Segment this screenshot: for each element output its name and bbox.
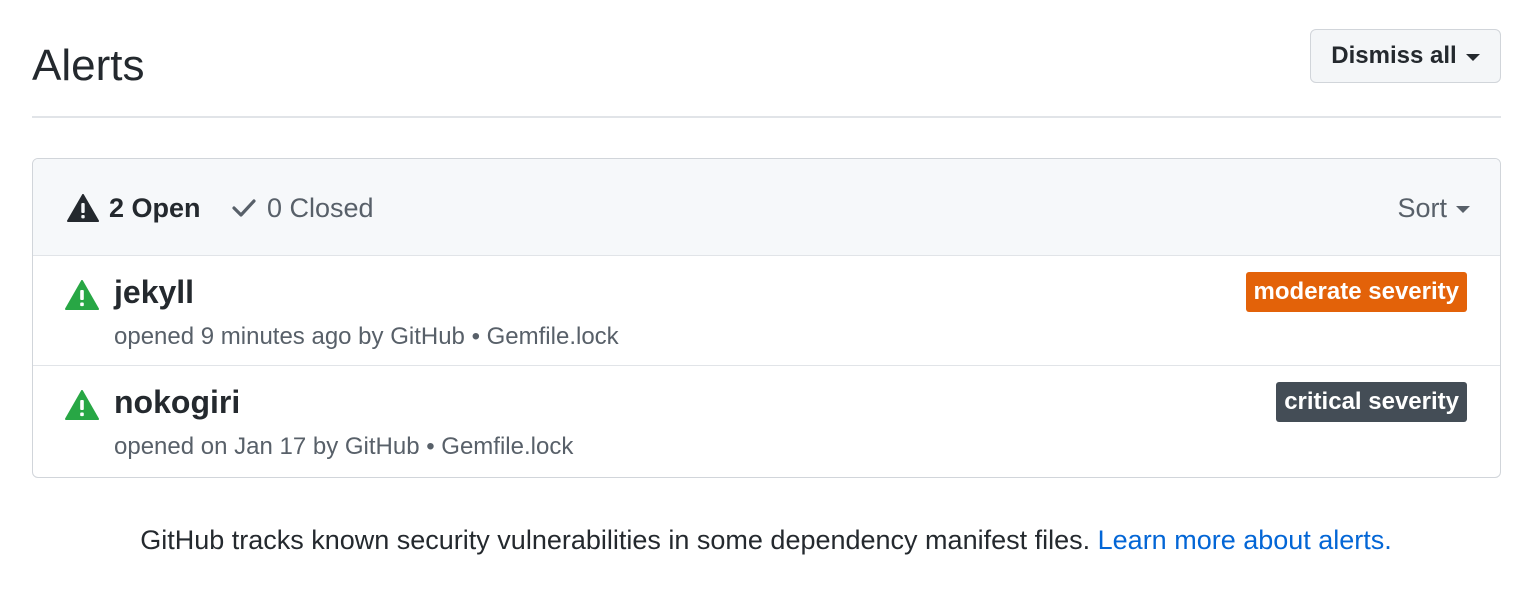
security-alerts-page: Alerts Dismiss all 2 Open 0 Closed Sort … [0, 0, 1540, 600]
filter-closed-tab[interactable]: 0 Closed [231, 189, 374, 227]
alerts-list-box: 2 Open 0 Closed Sort jekyll opened 9 min… [32, 158, 1501, 478]
dismiss-all-label: Dismiss all [1331, 42, 1457, 69]
alert-meta: opened 9 minutes ago by GitHub • Gemfile… [114, 323, 619, 350]
dismiss-all-button[interactable]: Dismiss all [1310, 29, 1501, 83]
sort-label: Sort [1397, 192, 1447, 223]
filter-closed-label: 0 Closed [267, 192, 374, 223]
footer-text: GitHub tracks known security vulnerabili… [140, 525, 1091, 555]
alert-title[interactable]: jekyll [114, 272, 194, 312]
alert-row-nokogiri[interactable]: nokogiri opened on Jan 17 by GitHub • Ge… [33, 366, 1500, 476]
alert-icon [65, 390, 99, 420]
alert-row-jekyll[interactable]: jekyll opened 9 minutes ago by GitHub • … [33, 256, 1500, 366]
chevron-down-icon [1465, 54, 1480, 61]
footer-note: GitHub tracks known security vulnerabili… [0, 522, 1532, 558]
learn-more-link[interactable]: Learn more about alerts. [1098, 525, 1392, 555]
chevron-down-icon [1456, 206, 1470, 213]
page-title: Alerts [32, 41, 145, 90]
header-divider [32, 116, 1501, 118]
sort-dropdown[interactable]: Sort [1397, 189, 1470, 227]
severity-badge: critical severity [1276, 382, 1467, 422]
check-icon [232, 199, 256, 217]
alert-icon [65, 280, 99, 310]
warning-icon [67, 194, 99, 222]
filter-open-label: 2 Open [109, 192, 201, 223]
alert-title[interactable]: nokogiri [114, 382, 240, 422]
severity-badge: moderate severity [1245, 272, 1467, 312]
filter-open-tab[interactable]: 2 Open [67, 189, 201, 227]
alert-meta: opened on Jan 17 by GitHub • Gemfile.loc… [114, 433, 574, 460]
alerts-filter-bar: 2 Open 0 Closed Sort [33, 159, 1500, 256]
